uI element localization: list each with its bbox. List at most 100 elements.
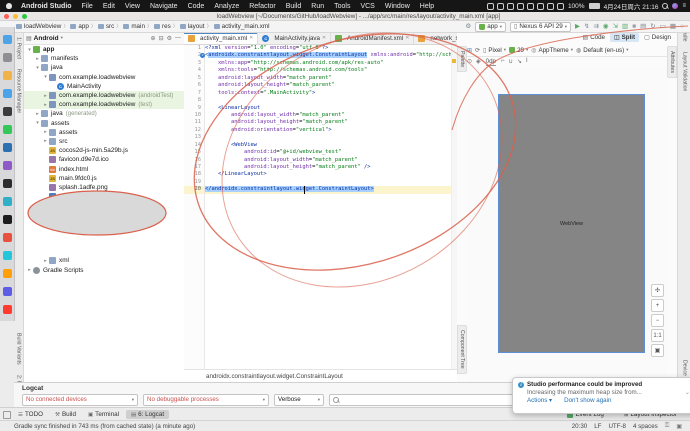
- menu-item-help[interactable]: Help: [415, 3, 439, 10]
- device-file-explorer-button[interactable]: ▤: [640, 23, 646, 31]
- palette-tab[interactable]: Palette: [457, 46, 467, 72]
- code-area[interactable]: <?xml version="1.0" encoding="utf-8"?><a…: [205, 45, 457, 370]
- sdk-manager-button[interactable]: ▦: [670, 23, 676, 31]
- indent-size[interactable]: 4 spaces: [633, 423, 658, 430]
- dock-app-5[interactable]: [3, 107, 12, 116]
- dock-app-10[interactable]: [3, 197, 12, 206]
- display-icon[interactable]: [497, 3, 504, 10]
- editor-tab-MainActivity.java[interactable]: CMainActivity.java✕: [258, 32, 331, 44]
- logcat-process-select[interactable]: No debuggable processes▾: [143, 394, 269, 406]
- dock-app-15[interactable]: [3, 287, 12, 296]
- dock-app-13[interactable]: [3, 251, 12, 260]
- zoom-reset-icon[interactable]: 1:1: [651, 329, 664, 342]
- control-center-icon[interactable]: ≡: [682, 3, 686, 9]
- editor-tab-activity_main.xml[interactable]: activity_main.xml✕: [184, 32, 258, 44]
- locale-menu[interactable]: ◍Default (en-us)▾: [576, 47, 628, 54]
- notification-actions-link[interactable]: Actions ▾: [527, 397, 552, 404]
- bottom-tab-6-logcat[interactable]: ▤6: Logcat: [126, 410, 169, 419]
- close-tab-icon[interactable]: ✕: [249, 35, 253, 41]
- breadcrumb-item-loadWebview[interactable]: loadWebview: [16, 23, 61, 30]
- guidelines-icon[interactable]: ⌐: [501, 58, 505, 65]
- zoom-out-icon[interactable]: −: [651, 314, 664, 327]
- notification-dismiss-link[interactable]: Don't show again: [564, 397, 611, 404]
- spotlight-icon[interactable]: [662, 3, 668, 9]
- breadcrumb-item-activity_main.xml[interactable]: activity_main.xml: [214, 23, 270, 30]
- bottom-tab-terminal[interactable]: ▣Terminal: [83, 410, 124, 419]
- breadcrumb-item-src[interactable]: src: [98, 23, 114, 30]
- mode-split-button[interactable]: ◫Split: [610, 33, 639, 42]
- tree-item-Gradle Scripts[interactable]: ▸Gradle Scripts: [23, 266, 184, 275]
- dock-app-7[interactable]: [3, 143, 12, 152]
- infer-icon[interactable]: I: [526, 58, 528, 65]
- run-config-select[interactable]: app▾: [475, 22, 506, 32]
- bottom-tab-build[interactable]: ⚒Build: [50, 410, 81, 419]
- project-view-select[interactable]: Android: [34, 35, 59, 42]
- tree-item-com.example.loadwebview[interactable]: ▾com.example.loadwebview: [23, 73, 184, 82]
- settings-icon[interactable]: ⚙: [167, 35, 172, 42]
- menu-item-android-studio[interactable]: Android Studio: [16, 3, 77, 10]
- breadcrumb-item-app[interactable]: app: [70, 23, 89, 30]
- dock-app-1[interactable]: [3, 35, 12, 44]
- device-select[interactable]: ▯ Nexus 6 API 29▾: [510, 22, 571, 32]
- headphones-icon[interactable]: [517, 3, 524, 10]
- dock-app-3[interactable]: [3, 71, 12, 80]
- tree-item-style-mobile.dec2a.css[interactable]: #style-mobile.dec2a.css: [23, 201, 184, 210]
- lock-icon[interactable]: ⚿: [665, 423, 670, 430]
- zoom-icon[interactable]: ⊙: [467, 58, 472, 65]
- dock-app-9[interactable]: [3, 179, 12, 188]
- messages-icon[interactable]: [507, 3, 514, 10]
- breadcrumb-item-main[interactable]: main: [123, 23, 145, 30]
- search-everywhere-button[interactable]: ○: [680, 23, 684, 31]
- tree-item-res[interactable]: ▾res: [23, 210, 184, 219]
- menu-item-tools[interactable]: Tools: [329, 3, 355, 10]
- menu-item-window[interactable]: Window: [380, 3, 415, 10]
- theme-menu[interactable]: ◎AppTheme▾: [531, 47, 573, 54]
- stop-button[interactable]: ■: [632, 23, 636, 31]
- debug-button[interactable]: ◉: [603, 23, 609, 31]
- apply-code-changes-button[interactable]: ⇉: [593, 23, 598, 31]
- tree-item-com.example.loadwebview[interactable]: ▸com.example.loadwebview(test): [23, 100, 184, 109]
- gradle-sync-message[interactable]: Gradle sync finished in 743 ms (from cac…: [14, 423, 195, 430]
- apple-menu-icon[interactable]: [6, 3, 12, 9]
- breadcrumb-item-res[interactable]: res: [154, 23, 171, 30]
- tree-item-drawable[interactable]: ▸drawable: [23, 220, 184, 229]
- attributes-tab[interactable]: Attributes: [667, 46, 677, 78]
- default-margin-button[interactable]: 0dp: [486, 58, 496, 66]
- toolwindow-tab-1-project[interactable]: 1: Project: [16, 32, 22, 64]
- avd-manager-button[interactable]: ▭: [660, 23, 666, 31]
- tree-item-assets[interactable]: ▸assets: [23, 128, 184, 137]
- design-surface-icon[interactable]: ⊞: [467, 47, 472, 54]
- caret-position[interactable]: 20:30: [572, 423, 587, 430]
- tree-item-style-desktop.acb6c.css[interactable]: #style-desktop.acb6c.css: [23, 192, 184, 201]
- toolwindow-switcher-icon[interactable]: [3, 411, 11, 419]
- menu-item-analyze[interactable]: Analyze: [209, 3, 244, 10]
- editor-tab-AndroidManifest.xml[interactable]: AndroidManifest.xml✕: [331, 32, 414, 44]
- bottom-tab-todo[interactable]: ☰TODO: [13, 410, 48, 419]
- notification-icon[interactable]: ▣: [676, 423, 682, 430]
- device-menu[interactable]: ▯Pixel▾: [483, 47, 506, 54]
- run-button[interactable]: ▶: [575, 23, 580, 31]
- logcat-level-select[interactable]: Verbose▾: [274, 394, 324, 406]
- dock-app-4[interactable]: [3, 89, 12, 98]
- menu-item-edit[interactable]: Edit: [98, 3, 120, 10]
- screen-record-icon[interactable]: [487, 3, 494, 10]
- apply-changes-button[interactable]: ↯: [584, 23, 589, 31]
- breadcrumb-item-layout[interactable]: layout: [180, 23, 205, 30]
- tree-item-assets[interactable]: ▾assets: [23, 119, 184, 128]
- toolwindow-tab-layout-validation[interactable]: Layout Validation: [682, 47, 688, 96]
- dock-app-8[interactable]: [3, 161, 12, 170]
- input-source-icon[interactable]: [557, 3, 564, 10]
- file-encoding[interactable]: UTF-8: [608, 423, 626, 430]
- dock-app-2[interactable]: [3, 53, 12, 62]
- zoom-fit-icon[interactable]: ▣: [651, 344, 664, 357]
- expand-notification-icon[interactable]: ⌄: [685, 389, 690, 396]
- hide-icon[interactable]: —: [175, 35, 181, 42]
- dock-app-16[interactable]: [3, 305, 12, 314]
- pan-icon[interactable]: ◈: [476, 58, 481, 65]
- toolwindow-tab-resource-manager[interactable]: Resource Manager: [16, 64, 22, 118]
- tree-item-cocos2d-js-min.5a29b.js[interactable]: JScocos2d-js-min.5a29b.js: [23, 146, 184, 155]
- close-tab-icon[interactable]: ✕: [322, 35, 326, 41]
- menu-item-view[interactable]: View: [120, 3, 145, 10]
- tree-item-favicon.d9e7d.ico[interactable]: favicon.d9e7d.ico: [23, 155, 184, 164]
- dock-app-11[interactable]: [3, 215, 12, 224]
